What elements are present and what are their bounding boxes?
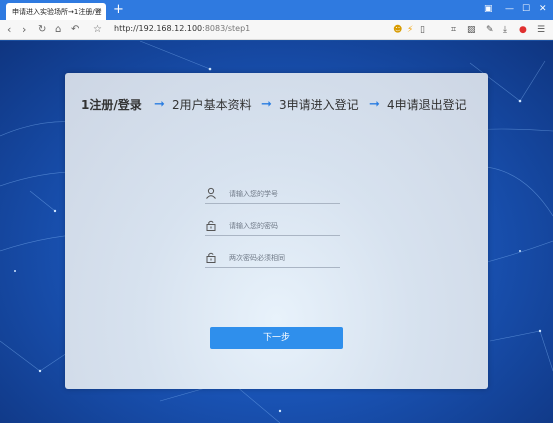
crop-icon[interactable]: ⌗ <box>451 23 456 37</box>
maximize-icon[interactable]: ☐ <box>522 3 530 15</box>
step-2-basic-info[interactable]: 2用户基本资料 <box>172 97 252 113</box>
forward-icon[interactable]: › <box>22 22 26 38</box>
refresh-icon[interactable]: ↻ <box>38 22 46 38</box>
browser-titlebar: 申请进入实验场所→1注册/登 × + ▣ — ☐ ✕ <box>0 0 553 20</box>
step-3-entry-registration[interactable]: 3申请进入登记 <box>279 97 359 113</box>
favorite-icon[interactable]: ☆ <box>93 22 102 38</box>
back-icon[interactable]: ‹ <box>7 22 11 38</box>
browser-toolbar: ‹ › ↻ ⌂ ↶ ☆ http://192.168.12.100:8083/s… <box>0 20 553 40</box>
address-bar[interactable]: http://192.168.12.100:8083/step1 <box>114 24 250 33</box>
home-icon[interactable]: ⌂ <box>55 22 61 38</box>
step-arrow-icon: ➞ <box>369 97 380 112</box>
password-input[interactable] <box>229 220 337 232</box>
next-step-button[interactable]: 下一步 <box>210 327 343 349</box>
close-window-icon[interactable]: ✕ <box>539 3 547 15</box>
tab-close-icon[interactable]: × <box>95 6 102 15</box>
image-icon[interactable]: ▨ <box>467 23 476 37</box>
registration-card: 1注册/登录 ➞ 2用户基本资料 ➞ 3申请进入登记 ➞ 4申请退出登记 下一步 <box>65 73 488 389</box>
reader-icon[interactable]: ▯ <box>420 23 425 37</box>
confirm-password-input[interactable] <box>229 252 337 264</box>
menu-icon[interactable]: ☰ <box>537 23 545 37</box>
undo-icon[interactable]: ↶ <box>71 22 79 38</box>
extension-icon[interactable]: ☻ <box>393 23 402 37</box>
lock-icon <box>206 220 216 231</box>
address-path: :8083/step1 <box>202 24 251 33</box>
window-menu-icon[interactable]: ▣ <box>484 3 493 15</box>
student-id-input[interactable] <box>229 188 337 200</box>
address-host: http://192.168.12.100 <box>114 24 203 33</box>
browser-tab[interactable]: 申请进入实验场所→1注册/登 × <box>6 3 106 20</box>
adblock-icon[interactable]: ● <box>519 23 527 37</box>
student-id-field <box>205 186 340 204</box>
confirm-password-field <box>205 250 340 268</box>
minimize-icon[interactable]: — <box>505 3 514 15</box>
step-progress: 1注册/登录 ➞ 2用户基本资料 ➞ 3申请进入登记 ➞ 4申请退出登记 <box>81 97 481 115</box>
step-arrow-icon: ➞ <box>154 97 165 112</box>
password-field <box>205 218 340 236</box>
lightning-icon[interactable]: ⚡ <box>407 23 413 37</box>
step-arrow-icon: ➞ <box>261 97 272 112</box>
tools-icon[interactable]: ✎ <box>486 23 494 37</box>
step-1-register-login[interactable]: 1注册/登录 <box>81 97 142 113</box>
step-4-exit-registration[interactable]: 4申请退出登记 <box>387 97 467 113</box>
tab-title: 申请进入实验场所→1注册/登 <box>12 8 102 16</box>
user-icon <box>206 187 216 199</box>
lock-icon <box>206 252 216 263</box>
new-tab-button[interactable]: + <box>113 2 124 18</box>
download-icon[interactable]: ⤓ <box>503 23 507 37</box>
